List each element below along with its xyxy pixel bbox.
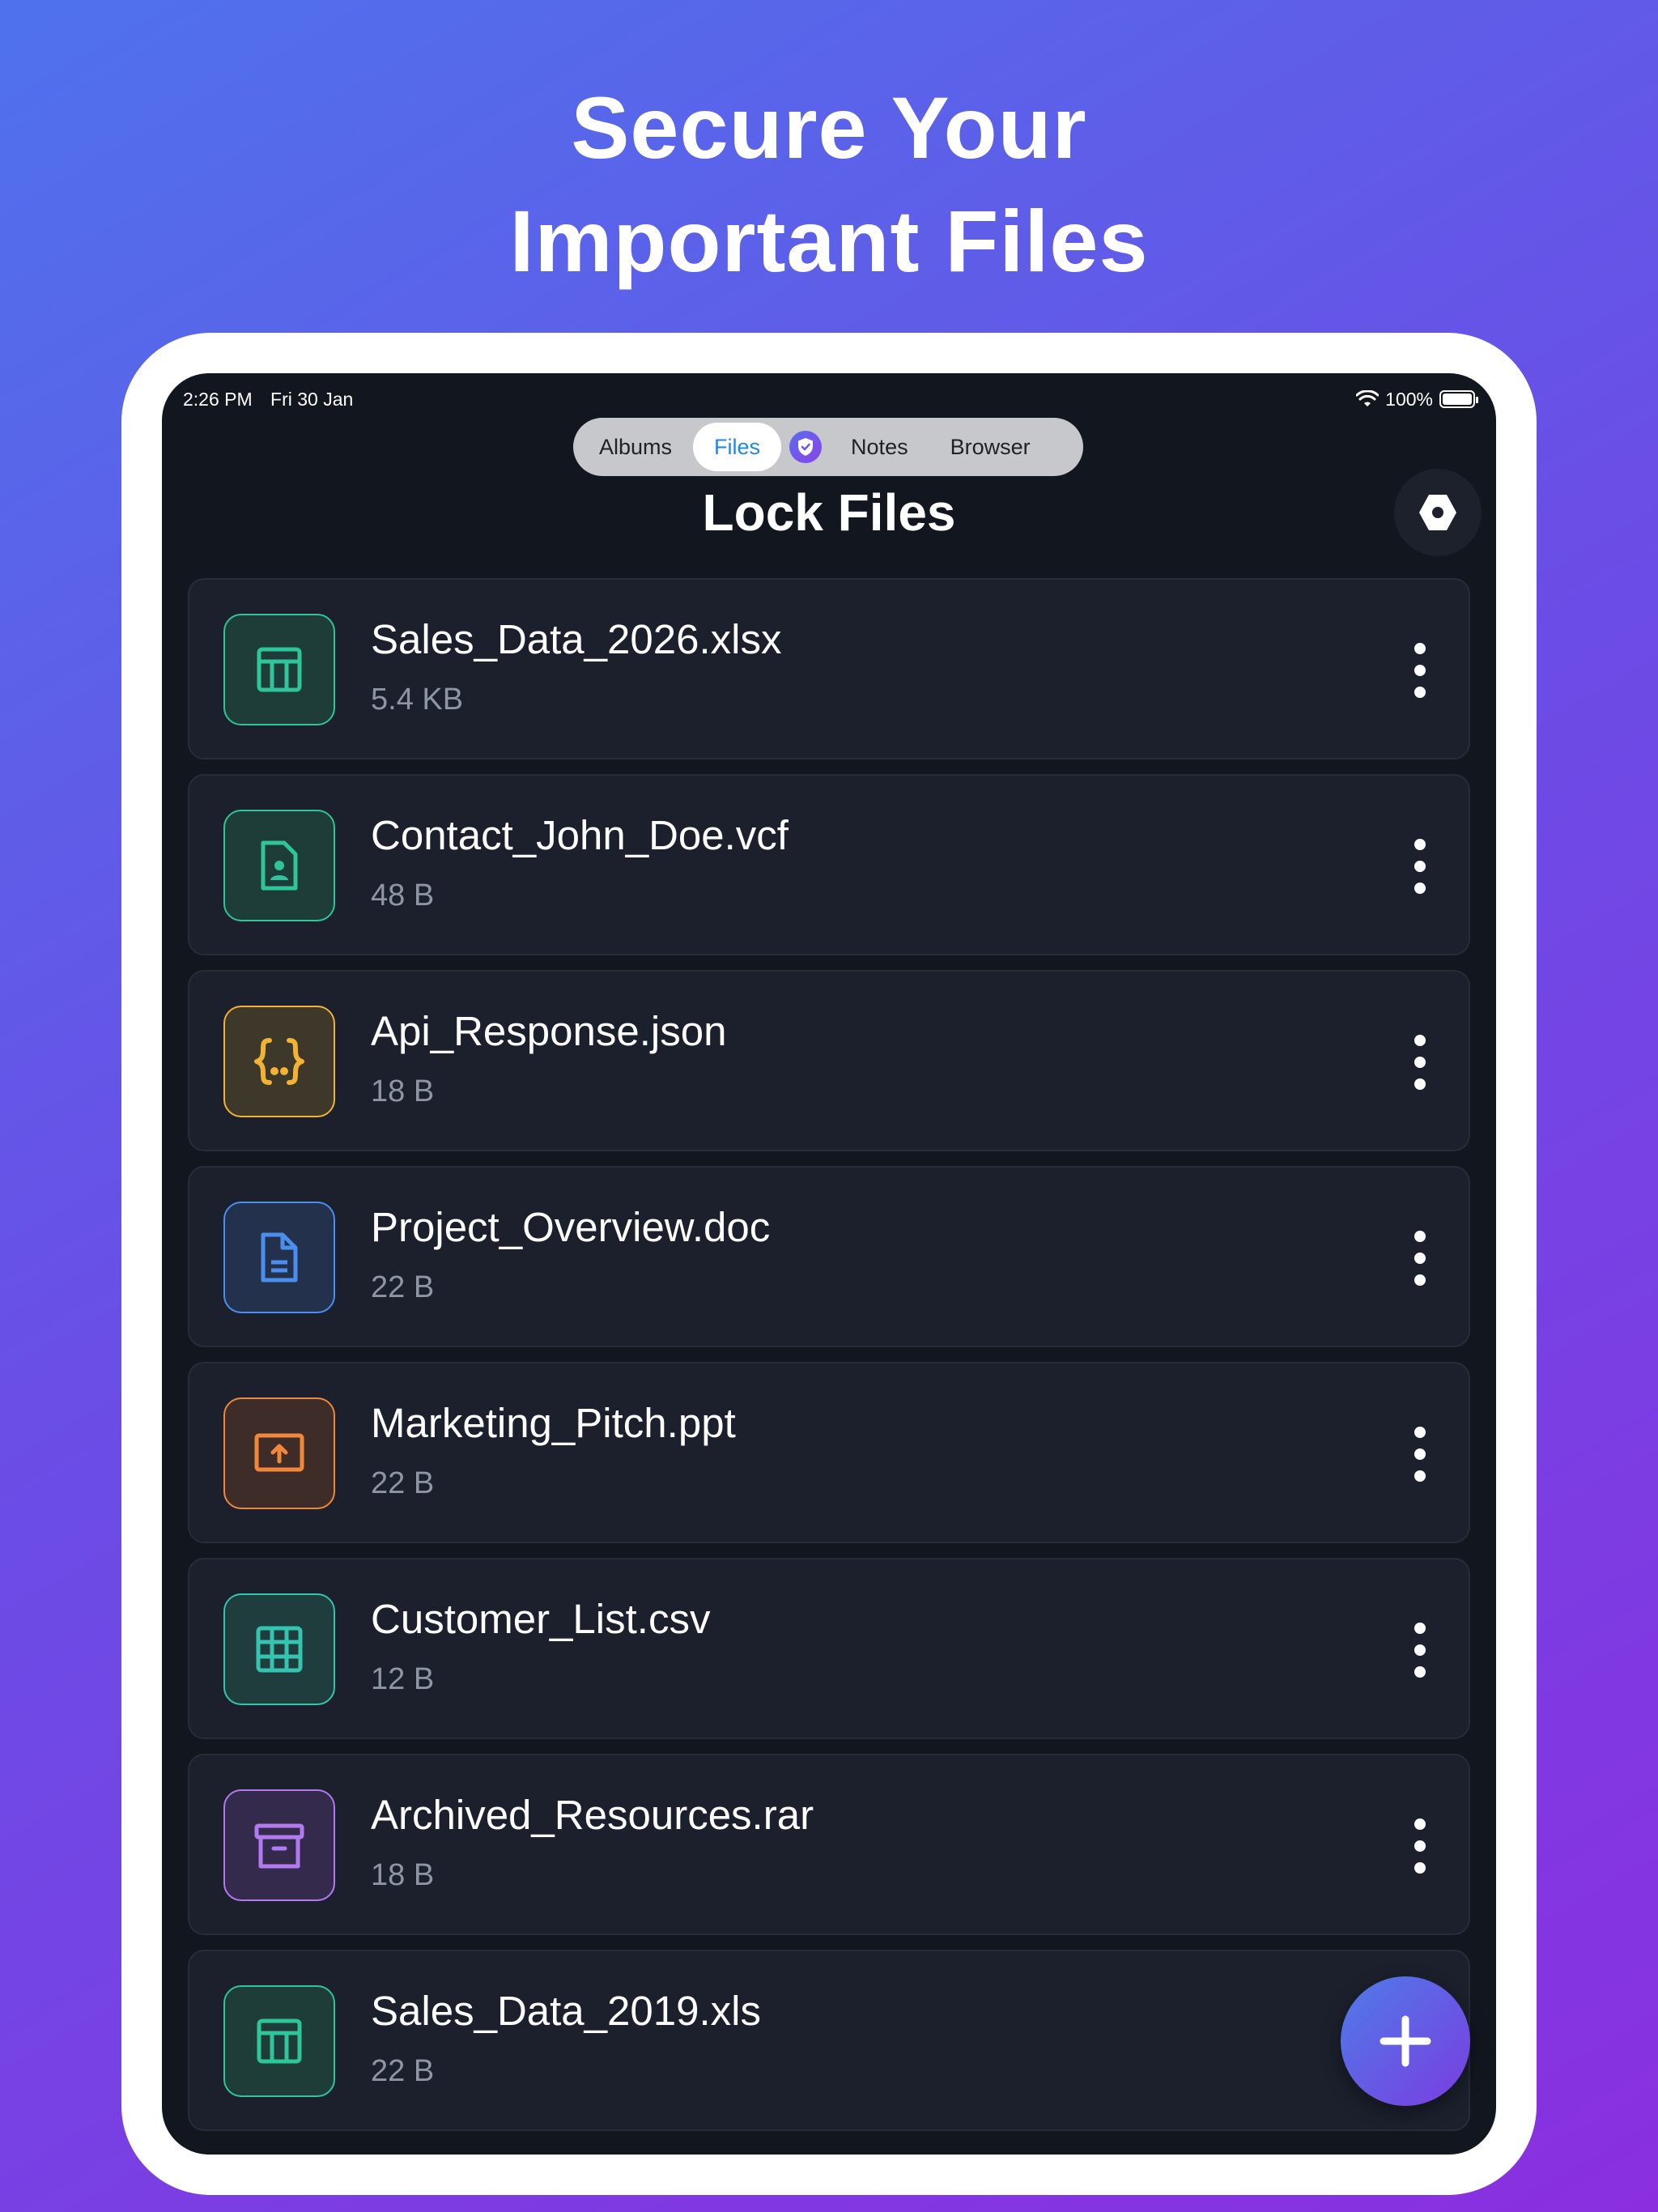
file-row[interactable]: Sales_Data_2019.xls 22 B (188, 1950, 1470, 2131)
tab-notes[interactable]: Notes (830, 423, 929, 471)
hexagon-settings-icon (1419, 495, 1456, 530)
spreadsheet-icon (257, 2018, 302, 2064)
file-size: 22 B (371, 1270, 435, 1304)
status-date: Fri 30 Jan (270, 388, 354, 410)
tab-files[interactable]: Files (693, 423, 782, 471)
presentation-icon (254, 1433, 304, 1472)
file-icon-box (223, 1006, 335, 1117)
spreadsheet-icon (257, 647, 302, 692)
contact-file-icon (261, 840, 298, 891)
segmented-tab-bar: Albums Files Notes Browser (573, 418, 1083, 476)
file-icon-box (223, 810, 335, 921)
document-icon (261, 1232, 298, 1283)
add-file-button[interactable] (1341, 1976, 1470, 2106)
file-size: 48 B (371, 878, 435, 912)
file-icon-box (223, 1789, 335, 1901)
file-name: Contact_John_Doe.vcf (371, 812, 789, 858)
file-icon-box (223, 1397, 335, 1509)
tab-browser[interactable]: Browser (929, 423, 1052, 471)
headline-line-2: Important Files (509, 192, 1149, 290)
shield-check-icon[interactable] (789, 431, 823, 463)
file-name: Project_Overview.doc (371, 1204, 771, 1250)
file-row[interactable]: Api_Response.json 18 B (188, 970, 1470, 1151)
settings-button[interactable] (1394, 469, 1482, 556)
more-options-button[interactable] (1404, 834, 1436, 899)
battery-percentage: 100% (1385, 388, 1433, 410)
archive-box-icon (254, 1823, 304, 1869)
more-options-button[interactable] (1404, 1226, 1436, 1291)
file-size: 18 B (371, 1858, 435, 1892)
file-list: Sales_Data_2026.xlsx 5.4 KB Contact_John… (188, 578, 1470, 2146)
headline: Secure Your Important Files (0, 71, 1658, 298)
file-name: Marketing_Pitch.ppt (371, 1400, 736, 1446)
grid-table-icon (256, 1626, 303, 1673)
more-options-button[interactable] (1404, 638, 1436, 703)
tablet-frame: 2:26 PM Fri 30 Jan 100% Albums Files Not… (121, 333, 1537, 2195)
page-title: Lock Files (702, 483, 956, 542)
wifi-icon (1356, 390, 1380, 406)
file-size: 18 B (371, 1074, 435, 1108)
file-icon-box (223, 1202, 335, 1313)
file-name: Sales_Data_2019.xls (371, 1988, 761, 2034)
json-braces-icon (254, 1038, 304, 1085)
file-size: 12 B (371, 1662, 435, 1696)
file-name: Customer_List.csv (371, 1596, 711, 1642)
headline-line-1: Secure Your (571, 79, 1087, 177)
file-row[interactable]: Project_Overview.doc 22 B (188, 1166, 1470, 1347)
file-icon-box (223, 614, 335, 725)
app-screen: 2:26 PM Fri 30 Jan 100% Albums Files Not… (162, 373, 1496, 2155)
more-options-button[interactable] (1404, 1814, 1436, 1878)
battery-icon (1439, 390, 1478, 408)
file-size: 5.4 KB (371, 683, 464, 717)
file-icon-box (223, 1985, 335, 2097)
more-options-button[interactable] (1404, 1422, 1436, 1487)
file-row[interactable]: Contact_John_Doe.vcf 48 B (188, 774, 1470, 955)
status-time: 2:26 PM (183, 388, 253, 410)
file-icon-box (223, 1593, 335, 1705)
file-size: 22 B (371, 1466, 435, 1500)
file-row[interactable]: Customer_List.csv 12 B (188, 1558, 1470, 1739)
file-row[interactable]: Sales_Data_2026.xlsx 5.4 KB (188, 578, 1470, 759)
plus-icon (1380, 2015, 1431, 2067)
file-name: Archived_Resources.rar (371, 1792, 814, 1838)
more-options-button[interactable] (1404, 1618, 1436, 1682)
file-size: 22 B (371, 2054, 435, 2088)
file-row[interactable]: Archived_Resources.rar 18 B (188, 1754, 1470, 1935)
tab-albums[interactable]: Albums (578, 423, 693, 471)
file-name: Api_Response.json (371, 1008, 727, 1054)
file-row[interactable]: Marketing_Pitch.ppt 22 B (188, 1362, 1470, 1543)
file-name: Sales_Data_2026.xlsx (371, 616, 782, 662)
status-bar: 2:26 PM Fri 30 Jan 100% (183, 383, 1478, 415)
more-options-button[interactable] (1404, 1030, 1436, 1095)
